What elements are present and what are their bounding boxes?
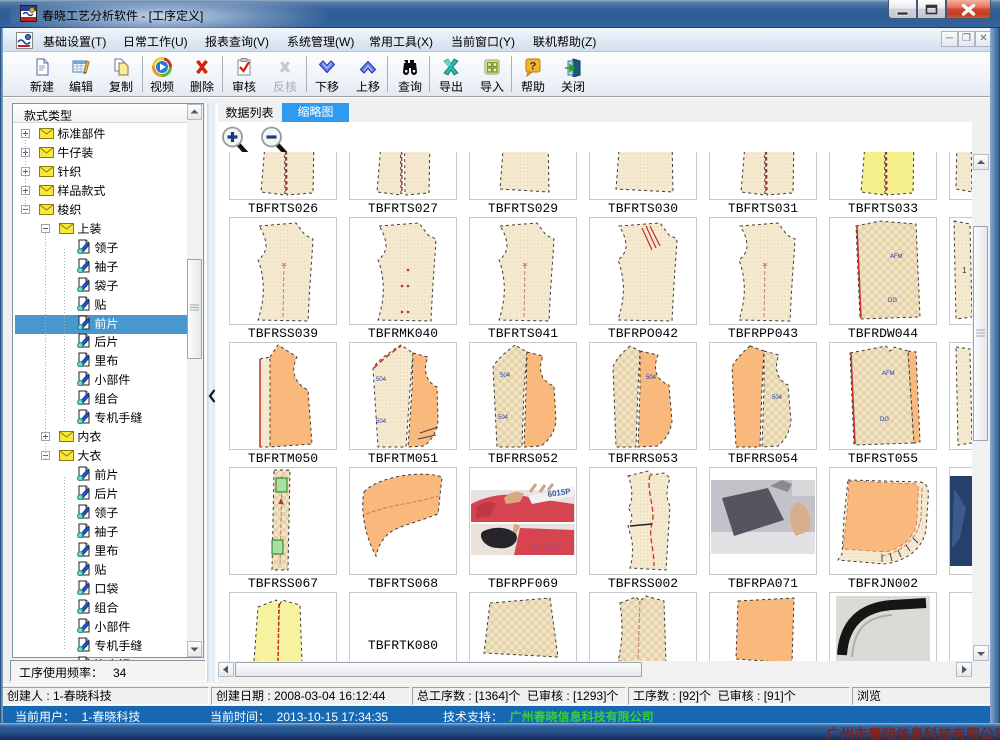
svg-text:504: 504 xyxy=(772,395,783,401)
svg-text:AFM: AFM xyxy=(890,254,903,260)
svg-text:?: ? xyxy=(530,61,537,73)
svg-text:轻~之家: 轻~之家 xyxy=(532,543,557,552)
svg-text:504: 504 xyxy=(376,377,387,383)
svg-text:504: 504 xyxy=(376,419,387,425)
svg-text:DG: DG xyxy=(888,298,897,304)
svg-text:AFM: AFM xyxy=(882,371,895,377)
svg-text:1: 1 xyxy=(962,266,967,275)
svg-text:504: 504 xyxy=(500,373,511,379)
svg-text:DG: DG xyxy=(880,417,889,423)
svg-text:504: 504 xyxy=(646,375,657,381)
svg-text:504: 504 xyxy=(498,415,509,421)
